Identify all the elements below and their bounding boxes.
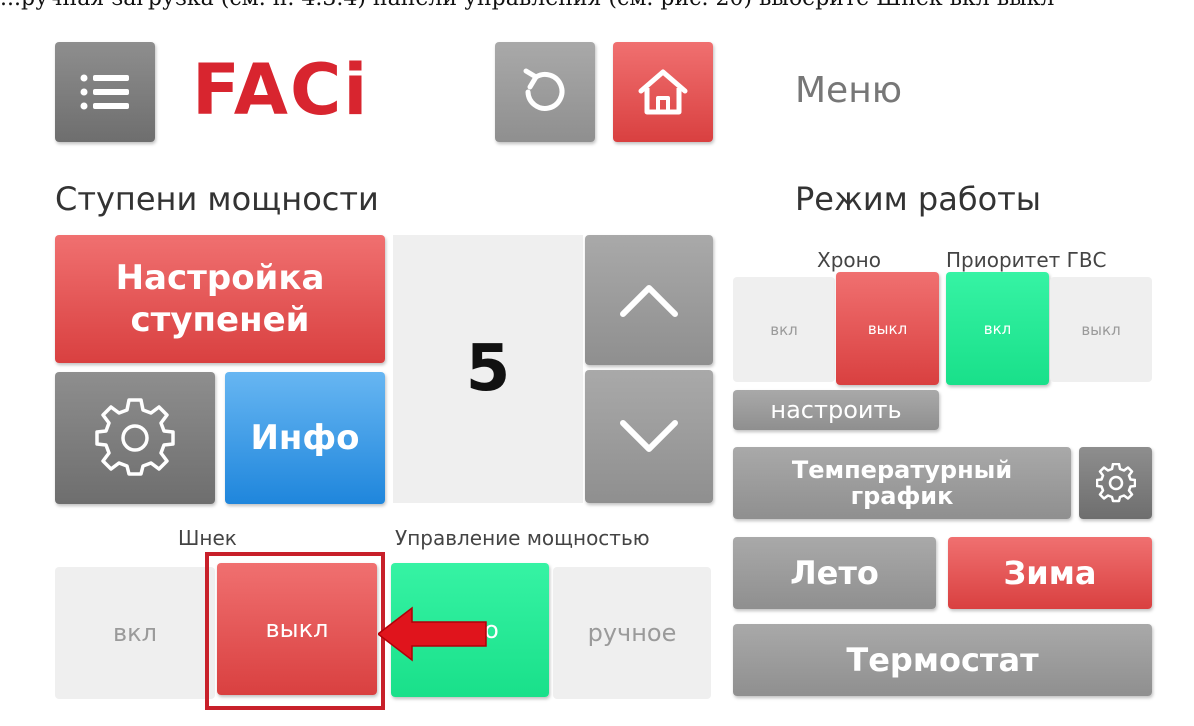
dhw-off-button[interactable]: выкл <box>1050 277 1152 382</box>
winter-label: Зима <box>1003 554 1097 592</box>
dhw-priority-label: Приоритет ГВС <box>946 248 1107 272</box>
power-manual-label: ручное <box>587 619 677 647</box>
document-cut-text: ...ручная загрузка (см. п. 4.3.4) панели… <box>0 0 1194 18</box>
configure-button[interactable]: настроить <box>733 390 939 430</box>
chrono-on-label: вкл <box>770 320 798 339</box>
stage-up-button[interactable] <box>585 235 713 365</box>
dhw-off-label: выкл <box>1081 320 1121 339</box>
gear-icon <box>95 398 175 476</box>
faci-logo: FACi <box>192 49 370 131</box>
chevron-down-icon <box>620 419 678 452</box>
info-button[interactable]: Инфо <box>225 372 385 504</box>
list-icon <box>80 74 129 110</box>
power-stages-heading: Ступени мощности <box>55 180 379 218</box>
gear-icon <box>1095 463 1136 503</box>
auger-label: Шнек <box>178 526 237 550</box>
chrono-off-button[interactable]: выкл <box>836 272 939 385</box>
stage-value: 5 <box>465 332 511 406</box>
configure-label: настроить <box>770 396 902 424</box>
home-button[interactable] <box>613 42 713 142</box>
mode-heading: Режим работы <box>795 180 1042 218</box>
temp-schedule-settings-button[interactable] <box>1079 447 1152 519</box>
stage-value-panel: 5 <box>393 235 583 503</box>
chrono-off-label: выкл <box>867 319 908 338</box>
power-manual-button[interactable]: ручное <box>553 567 711 699</box>
temp-schedule-button[interactable]: Температурный график <box>733 447 1071 519</box>
auger-on-label: вкл <box>113 619 157 647</box>
stage-down-button[interactable] <box>585 370 713 503</box>
summer-label: Лето <box>790 554 879 592</box>
power-control-label: Управление мощностью <box>395 526 650 550</box>
chrono-label: Хроно <box>817 248 881 272</box>
menu-label: Меню <box>795 70 903 111</box>
temp-schedule-label: Температурный график <box>791 456 1013 510</box>
setup-stages-button[interactable]: Настройка ступеней <box>55 235 385 363</box>
dhw-on-label: вкл <box>983 319 1012 338</box>
auger-on-button[interactable]: вкл <box>55 567 215 699</box>
menu-list-button[interactable] <box>55 42 155 142</box>
undo-icon <box>523 68 565 111</box>
setup-stages-label: Настройка ступеней <box>115 258 325 340</box>
thermostat-label: Термостат <box>846 641 1039 679</box>
highlight-frame <box>205 552 385 710</box>
chrono-on-button[interactable]: вкл <box>733 277 835 382</box>
summer-button[interactable]: Лето <box>733 537 936 609</box>
stages-settings-button[interactable] <box>55 372 215 504</box>
dhw-on-button[interactable]: вкл <box>946 272 1049 385</box>
info-label: Инфо <box>250 418 360 458</box>
pointer-arrow-icon <box>378 606 487 662</box>
back-button[interactable] <box>495 42 595 142</box>
winter-button[interactable]: Зима <box>948 537 1152 609</box>
home-icon <box>638 69 688 115</box>
thermostat-button[interactable]: Термостат <box>733 624 1152 696</box>
chevron-up-icon <box>620 285 678 317</box>
